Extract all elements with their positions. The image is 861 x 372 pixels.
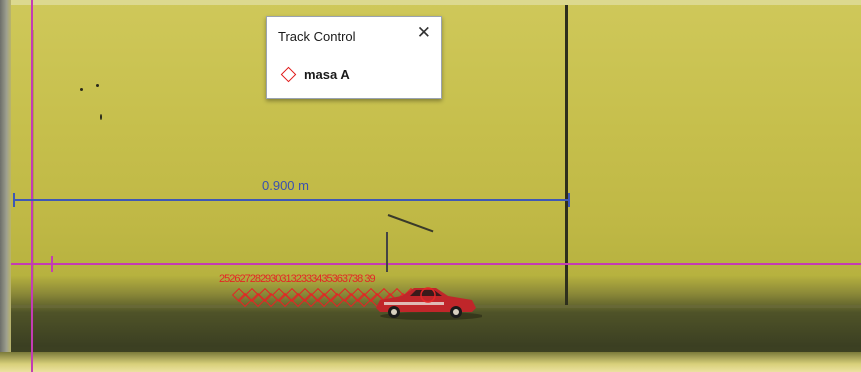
calibration-stick[interactable] (14, 199, 570, 201)
diamond-icon (280, 66, 297, 83)
left-frame (0, 0, 11, 372)
calibration-end-left[interactable] (13, 193, 15, 207)
wall-mark (96, 84, 99, 87)
antenna-wire (386, 232, 388, 272)
antenna-wire (387, 214, 434, 233)
toy-car (376, 287, 482, 320)
axis-x-line[interactable] (11, 263, 861, 265)
calibration-end-right[interactable] (568, 193, 570, 207)
top-edge (0, 0, 861, 5)
track-frame-numbers: 2526272829303132333435363738 39 (219, 273, 376, 285)
calibration-length-label[interactable]: 0.900 m (262, 178, 309, 193)
axis-tick (51, 256, 53, 272)
floor-light (0, 352, 861, 372)
close-icon[interactable]: ✕ (417, 23, 431, 43)
track-item-label: masa A (304, 67, 350, 82)
wall-mark (100, 114, 102, 120)
axis-y-line[interactable] (31, 0, 33, 372)
video-frame[interactable]: 0.900 m 2526272829303132333435363738 39 … (0, 0, 861, 372)
track-control-window[interactable]: Track Control ✕ masa A (266, 16, 442, 99)
track-control-title: Track Control (278, 29, 356, 44)
wall-seam (565, 5, 568, 305)
track-item-masa-a[interactable]: masa A (280, 66, 350, 83)
wall-mark (80, 88, 83, 91)
